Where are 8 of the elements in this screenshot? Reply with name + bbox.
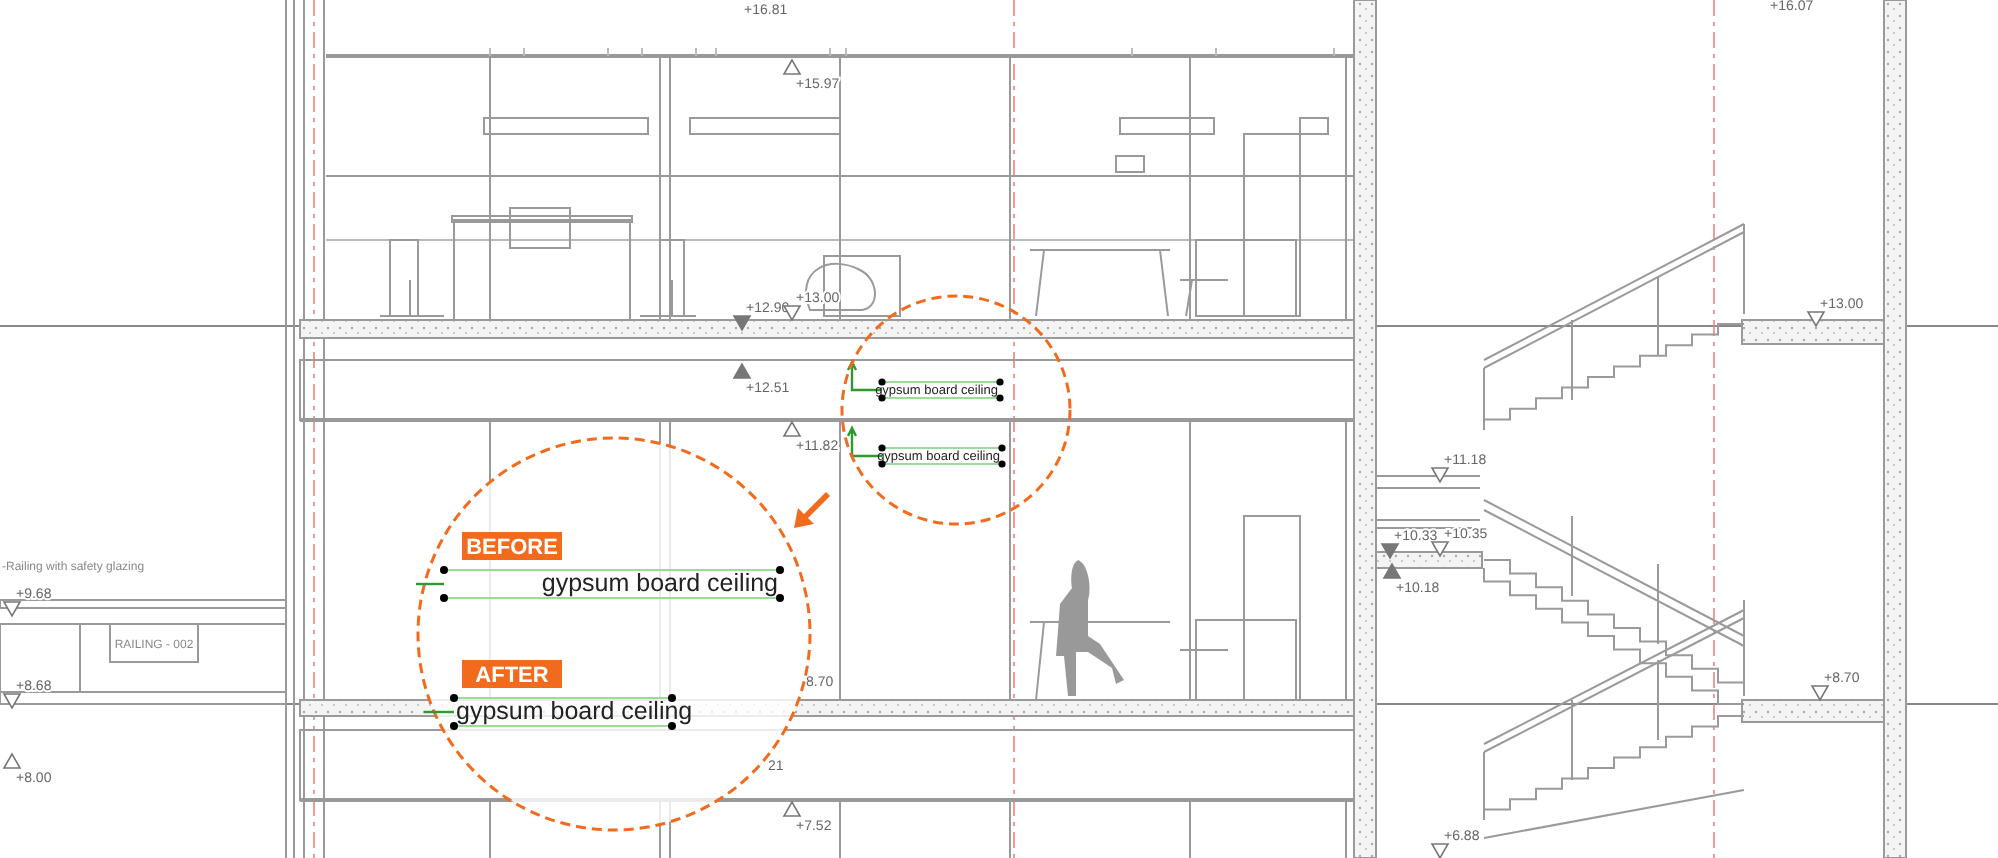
text-label[interactable]: gypsum board ceiling — [440, 566, 784, 602]
leader-line — [416, 582, 444, 586]
person-silhouette — [1056, 560, 1124, 696]
callout-tag: BEFORE — [462, 532, 562, 560]
callout-tag: AFTER — [462, 660, 562, 688]
pointer-arrow-icon — [794, 492, 830, 528]
leader-line — [424, 710, 454, 714]
text-label[interactable]: gypsum board ceiling — [450, 694, 693, 730]
